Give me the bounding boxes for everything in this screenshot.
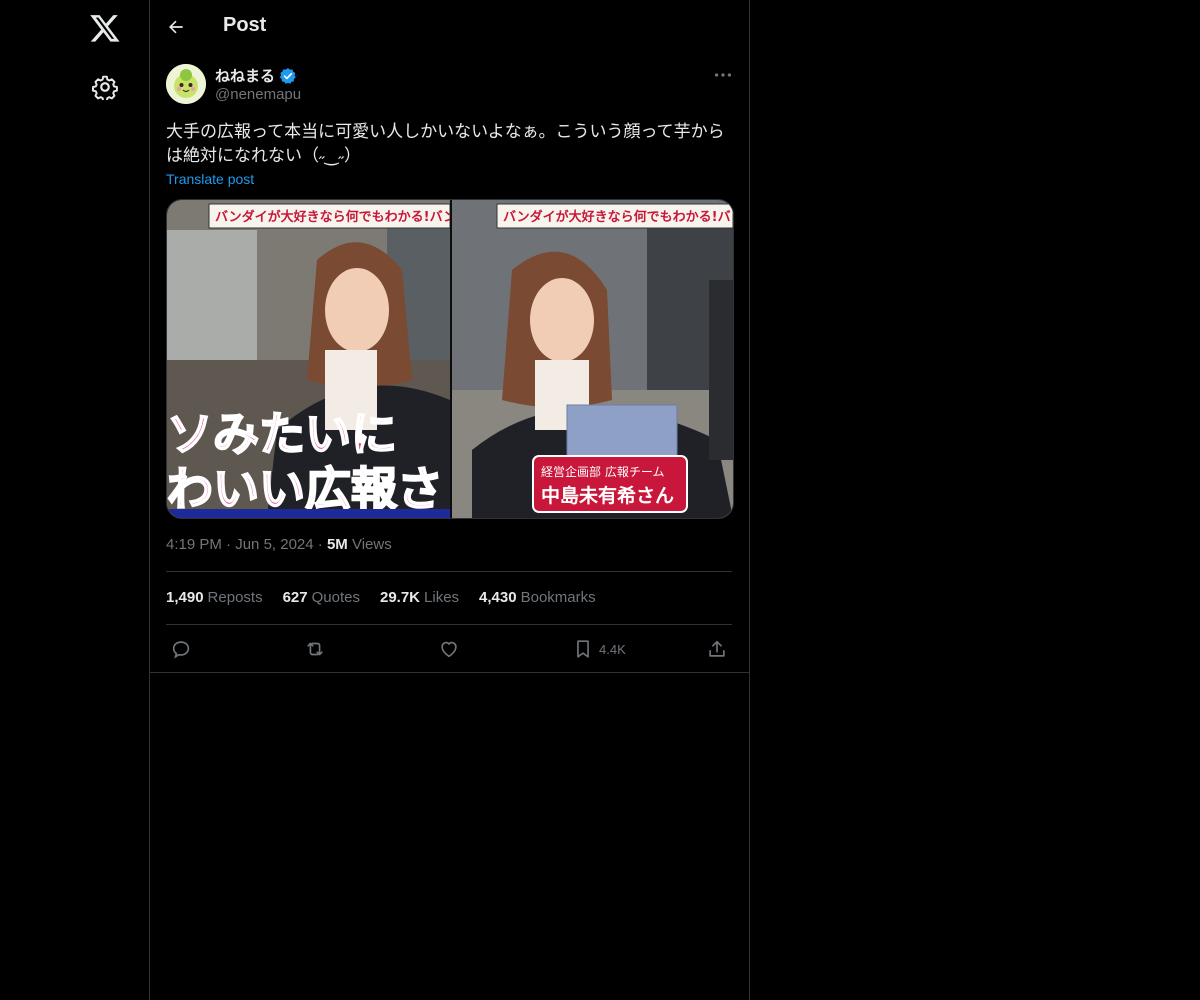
quotes-stat[interactable]: 627 Quotes (283, 589, 360, 606)
meta-separator: · (226, 536, 236, 553)
right-caption-line1: 経営企画部 広報チーム (541, 464, 664, 479)
gear-icon[interactable] (92, 74, 118, 100)
left-caption-line1: ソみたいに (167, 407, 397, 461)
meta-separator: · (317, 536, 327, 553)
views-label: Views (351, 536, 392, 553)
right-banner-text: バンダイが大好きなら何でもわかる!バンダ (503, 209, 733, 225)
display-name-text[interactable]: ねねまる (215, 65, 275, 86)
user-handle[interactable]: @nenemapu (215, 86, 301, 103)
post-text: 大手の広報って本当に可愛い人しかいないよなぁ。こういう顔って芋からは絶対になれな… (166, 122, 725, 165)
top-bar: Post (150, 0, 749, 54)
display-name[interactable]: ねねまる (215, 65, 297, 86)
back-arrow-icon[interactable] (166, 17, 186, 37)
left-nav (0, 0, 149, 1000)
more-options-icon[interactable] (712, 64, 734, 86)
post-stats: 1,490 Reposts 627 Quotes 29.7K Likes 4,430 B… (166, 589, 596, 606)
post-meta: 4:19 PM · Jun 5, 2024 · 5M Views (166, 536, 392, 553)
divider (166, 624, 732, 625)
right-caption-line2: 中島未有希さん (541, 484, 674, 507)
x-logo-icon[interactable] (89, 12, 121, 44)
bookmarks-stat[interactable]: 4,430 Bookmarks (479, 589, 596, 606)
reply-icon (172, 641, 190, 659)
page-title: Post (223, 14, 267, 36)
likes-stat[interactable]: 29.7K Likes (380, 589, 459, 606)
views-count: 5M (326, 536, 348, 553)
post-column: Post ねねまる @nenemapu 大手の広報って本当に可愛い人しかいないよ… (149, 0, 750, 1000)
bookmark-button[interactable]: 4.4K (572, 636, 626, 662)
divider (150, 672, 749, 673)
bookmark-icon (577, 640, 589, 658)
reply-button[interactable] (170, 636, 192, 662)
verified-badge-icon (279, 67, 296, 84)
left-banner-text: バンダイが大好きなら何でもわかる!バンダ (215, 209, 469, 225)
bookmark-count: 4.4K (599, 641, 626, 657)
media-image-left[interactable]: バンダイが大好きなら何でもわかる!バンダ ソみたいに わいい広報さ (167, 200, 469, 518)
reposts-stat[interactable]: 1,490 Reposts (166, 589, 263, 606)
repost-icon (307, 642, 323, 656)
repost-button[interactable] (304, 636, 326, 662)
share-button[interactable] (706, 636, 728, 662)
left-caption-line2: わいい広報さ (167, 462, 443, 516)
translate-post-link[interactable]: Translate post (166, 171, 254, 187)
action-bar: 4.4K (150, 636, 749, 664)
share-icon (709, 640, 725, 657)
post-date[interactable]: Jun 5, 2024 (235, 536, 313, 553)
divider (166, 571, 732, 572)
avatar[interactable] (166, 64, 206, 104)
post-media[interactable]: バンダイが大好きなら何でもわかる!バンダ ソみたいに わいい広報さ バンダイが大… (166, 199, 734, 519)
post-time[interactable]: 4:19 PM (166, 536, 222, 553)
heart-icon (441, 641, 457, 658)
like-button[interactable] (438, 636, 460, 662)
media-image-right[interactable]: バンダイが大好きなら何でもわかる!バンダ 経営企画部 広報チーム 中島未有希さん (452, 200, 733, 518)
